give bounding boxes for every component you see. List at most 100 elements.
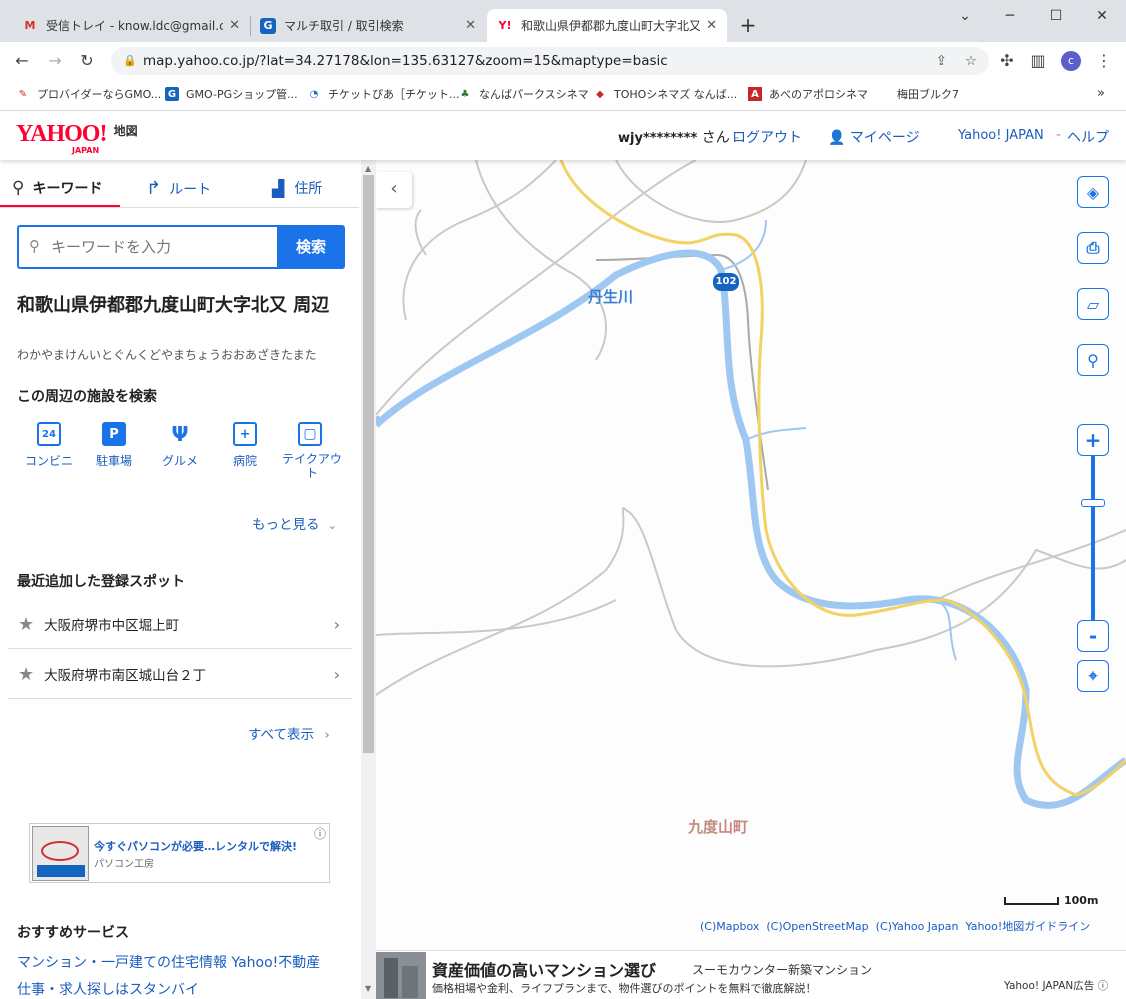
sidebar-scrollbar[interactable]: ▲ ▼ xyxy=(361,160,376,999)
attribution-link[interactable]: (C)OpenStreetMap xyxy=(766,920,868,933)
map-road xyxy=(402,160,557,321)
yahoo-japan-link[interactable]: Yahoo! JAPAN xyxy=(958,128,1044,143)
apollo-icon: A xyxy=(748,87,762,101)
tab-gmail[interactable]: M 受信トレイ - know.ldc@gmail.com ✕ xyxy=(12,9,250,42)
facility-takeout[interactable]: ▢ テイクアウト xyxy=(280,422,342,480)
bookmark-item[interactable]: ◆ TOHOシネマズ なんば... xyxy=(593,86,737,102)
layers-icon: ◈ xyxy=(1086,182,1100,202)
ad-info-icon[interactable]: ⓘ xyxy=(314,825,326,842)
logo-label: 地図 xyxy=(113,124,138,138)
maximize-icon[interactable]: ☐ xyxy=(1046,6,1066,26)
back-arrow-icon[interactable]: ← xyxy=(12,51,32,71)
attribution-link[interactable]: (C)Mapbox xyxy=(700,920,759,933)
show-all-link[interactable]: すべて表示 › xyxy=(248,723,330,743)
star-icon: ★ xyxy=(18,613,35,635)
measure-button[interactable]: ▱ xyxy=(1077,288,1109,320)
logout-link[interactable]: ログアウト xyxy=(732,127,802,147)
minimize-icon[interactable]: ─ xyxy=(1000,6,1020,26)
bottom-ad[interactable]: 資産価値の高いマンション選び スーモカウンター新築マンション 価格相場や金利、ラ… xyxy=(376,950,1126,999)
bookmark-item[interactable]: 梅田ブルク7 xyxy=(897,86,959,102)
profile-avatar[interactable]: c xyxy=(1061,51,1081,71)
close-icon[interactable]: ✕ xyxy=(229,18,240,33)
more-link[interactable]: もっと見る ⌄ xyxy=(252,513,337,533)
more-menu-icon[interactable]: ⋮ xyxy=(1094,51,1114,71)
url-text: map.yahoo.co.jp/?lat=34.27178&lon=135.63… xyxy=(143,53,668,69)
attribution-link[interactable]: Yahoo!地図ガイドライン xyxy=(966,920,1091,933)
pin-button[interactable]: ⚲ xyxy=(1077,344,1109,376)
search-button[interactable]: 検索 xyxy=(277,225,345,269)
tree-icon: ♣ xyxy=(460,88,470,100)
forward-arrow-icon[interactable]: → xyxy=(45,51,65,71)
new-tab-icon[interactable]: + xyxy=(738,15,758,35)
facility-convenience[interactable]: 24 コンビニ xyxy=(19,422,79,469)
zoom-in-button[interactable]: + xyxy=(1077,424,1109,456)
recommended-heading: おすすめサービス xyxy=(17,925,129,941)
facility-hospital[interactable]: + 病院 xyxy=(215,422,275,469)
facility-gourmet[interactable]: Ψ グルメ xyxy=(150,422,210,469)
collapse-sidebar-button[interactable]: ‹ xyxy=(376,172,412,208)
ad-description: 価格相場や金利、ライフプランまで、物件選びのポイントを無料で徹底解説！ xyxy=(432,982,817,995)
side-panel-icon[interactable]: ▥ xyxy=(1028,51,1048,71)
extensions-icon[interactable]: ✣ xyxy=(997,51,1017,71)
current-location-button[interactable]: ⌖ xyxy=(1077,660,1109,692)
yahoo-icon: Y! xyxy=(498,19,512,32)
bookmark-item[interactable]: A あべのアポロシネマ xyxy=(748,86,868,102)
list-item[interactable]: ★ 大阪府堺市南区城山台２丁 › xyxy=(8,650,352,699)
map-canvas[interactable]: 102 丹生川 九度山町 ‹ ◈ ⎙ ▱ ⚲ + - ⌖ 100m (C)Map… xyxy=(376,160,1126,950)
facility-parking[interactable]: P 駐車場 xyxy=(84,422,144,469)
map-attribution: (C)Mapbox (C)OpenStreetMap (C)Yahoo Japa… xyxy=(700,918,1090,934)
toho-icon: ◆ xyxy=(596,88,604,100)
attribution-link[interactable]: (C)Yahoo Japan xyxy=(876,920,959,933)
tab-multi-trade[interactable]: G マルチ取引 / 取引検索 ✕ xyxy=(250,9,486,42)
star-icon: ★ xyxy=(18,663,35,685)
close-icon[interactable]: ✕ xyxy=(706,18,717,33)
recommended-link[interactable]: マンション・一戸建ての住宅情報 Yahoo!不動産 xyxy=(17,952,320,972)
help-link[interactable]: ヘルプ xyxy=(1067,127,1109,147)
zoom-out-button[interactable]: - xyxy=(1077,620,1109,652)
river-niu xyxy=(376,249,1126,809)
recommended-link[interactable]: 仕事・求人探しはスタンバイ xyxy=(17,979,199,999)
g-icon: G xyxy=(165,87,179,101)
scroll-up-icon[interactable]: ▲ xyxy=(365,164,371,173)
bookmarks-overflow-icon[interactable]: » xyxy=(1097,86,1105,101)
stream xyxy=(745,427,807,441)
parking-icon: P xyxy=(102,422,126,446)
star-icon[interactable]: ☆ xyxy=(965,47,977,75)
scrollbar-thumb[interactable] xyxy=(363,175,374,753)
tab-address[interactable]: ▟ 住所 xyxy=(272,178,322,198)
scroll-down-icon[interactable]: ▼ xyxy=(365,984,371,993)
tab-keyword[interactable]: ⚲ キーワード xyxy=(12,178,102,198)
chevron-right-icon: › xyxy=(324,727,330,743)
lock-icon: 🔒 xyxy=(123,54,137,67)
ad-sponsor: スーモカウンター新築マンション xyxy=(692,963,873,977)
zoom-slider-handle[interactable] xyxy=(1081,499,1105,507)
list-item[interactable]: ★ 大阪府堺市中区堀上町 › xyxy=(8,600,352,649)
bookmark-item[interactable]: ♣ なんばパークスシネマ xyxy=(458,86,589,102)
close-icon[interactable]: ✕ xyxy=(465,18,476,33)
ad-info-icon[interactable]: ⓘ xyxy=(1098,980,1109,992)
reload-icon[interactable]: ↻ xyxy=(77,51,97,71)
chevron-down-icon[interactable]: ⌄ xyxy=(955,6,975,26)
map-road xyxy=(376,160,697,416)
search-input[interactable] xyxy=(51,233,275,261)
tab-route[interactable]: ↱ ルート xyxy=(146,178,211,199)
mypage-link[interactable]: 👤 マイページ xyxy=(828,127,920,147)
search-icon: ⚲ xyxy=(29,237,40,255)
bookmark-item[interactable]: ✎ プロバイダーならGMO... xyxy=(16,86,161,102)
address-bar[interactable]: 🔒 map.yahoo.co.jp/?lat=34.27178&lon=135.… xyxy=(111,47,989,75)
stream xyxy=(720,219,767,271)
window-close-icon[interactable]: ✕ xyxy=(1092,6,1112,26)
print-button[interactable]: ⎙ xyxy=(1077,232,1109,264)
nearby-heading: この周辺の施設を検索 xyxy=(17,389,157,405)
ad-sponsor: パソコン工房 xyxy=(94,859,154,870)
location-title: 和歌山県伊都郡九度山町大字北又 周辺 xyxy=(17,295,330,316)
layers-button[interactable]: ◈ xyxy=(1077,176,1109,208)
bookmark-item[interactable]: ◔ チケットぴあ［チケット... xyxy=(307,86,460,102)
yahoo-logo[interactable]: YAHOO! JAPAN 地図 xyxy=(16,121,138,155)
bookmark-item[interactable]: G GMO-PGショップ管... xyxy=(165,86,298,102)
share-icon[interactable]: ⇪ xyxy=(936,47,947,75)
tab-yahoo-map[interactable]: Y! 和歌山県伊都郡九度山町大字北又 ✕ xyxy=(487,9,727,42)
zoom-track[interactable] xyxy=(1091,456,1095,620)
sidebar-ad[interactable]: 今すぐパソコンが必要…レンタルで解決! パソコン工房 ⓘ xyxy=(29,823,330,883)
route-shield[interactable]: 102 xyxy=(713,273,739,291)
